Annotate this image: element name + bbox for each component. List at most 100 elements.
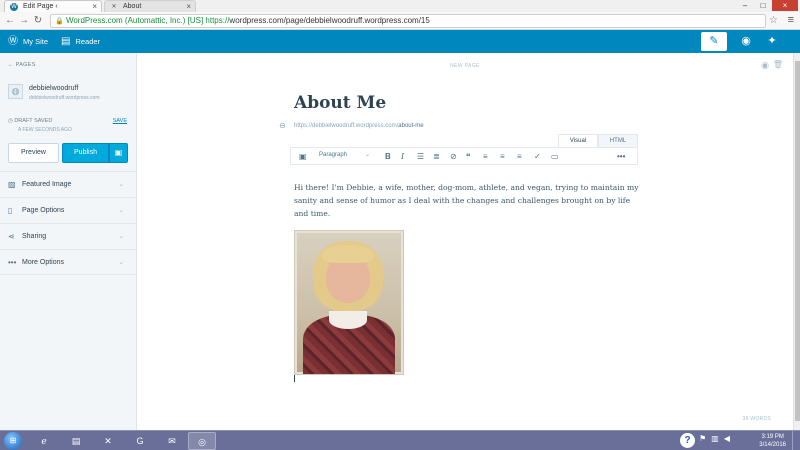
schedule-calendar-button[interactable]: ▣ xyxy=(109,143,128,163)
tab-edit-page[interactable]: W Edit Page ‹ debbielwoodr × xyxy=(4,0,102,22)
permalink[interactable]: https://debbielwoodruff.wordpress.com/ab… xyxy=(294,123,424,129)
editor-sidebar: ← PAGES ◍ debbielwoodruff debbielwoodruf… xyxy=(0,53,137,430)
windows-start-icon[interactable]: ⊞ xyxy=(4,432,22,450)
publish-button[interactable]: Publish xyxy=(62,143,109,163)
chevron-down-icon[interactable]: ⌄ xyxy=(365,151,370,158)
site-globe-icon: ◍ xyxy=(8,84,23,99)
volume-icon[interactable]: ◀ xyxy=(724,434,730,443)
bookmark-star-icon[interactable]: ☆ xyxy=(769,15,778,26)
more-tools-icon[interactable]: ••• xyxy=(617,151,625,162)
url-path: wordpress.com/page/debbielwoodruff.wordp… xyxy=(229,16,430,25)
format-select[interactable]: Paragraph xyxy=(319,152,347,158)
editor-header-label: NEW PAGE xyxy=(450,63,480,69)
show-desktop-button[interactable] xyxy=(792,431,800,450)
section-sharing[interactable]: ⋖ Sharing ⌄ xyxy=(0,223,136,249)
my-site-label: My Site xyxy=(23,37,49,46)
page-icon: ▯ xyxy=(8,206,13,215)
bold-icon[interactable]: B xyxy=(385,151,391,162)
page-body-text[interactable]: Hi there! I'm Debbie, a wife, mother, do… xyxy=(294,181,639,220)
site-name: debbielwoodruff xyxy=(29,85,79,92)
section-label: Page Options xyxy=(22,207,65,214)
tab-html[interactable]: HTML xyxy=(598,134,638,147)
system-tray: ‹ ◐ ⚑ ▥ ◀ xyxy=(682,434,730,443)
reader-label: Reader xyxy=(75,37,101,46)
tab-visual[interactable]: Visual xyxy=(558,134,598,147)
write-post-button[interactable]: ✎ xyxy=(701,32,727,51)
bullet-list-icon[interactable]: ☰ xyxy=(417,151,424,162)
tray-arrow-icon[interactable]: ‹ xyxy=(682,434,685,443)
chrome-icon[interactable]: ◎ xyxy=(188,432,216,450)
address-bar[interactable]: 🔒 WordPress.com (Automattic, Inc.) [US] … xyxy=(50,14,766,28)
save-link[interactable]: SAVE xyxy=(113,118,127,124)
align-left-icon[interactable]: ≡ xyxy=(483,151,488,162)
back-to-pages-link[interactable]: ← PAGES xyxy=(8,62,36,68)
link-icon: ⊖ xyxy=(279,121,286,130)
italic-icon[interactable]: I xyxy=(401,151,404,162)
notifications-icon: ✦ xyxy=(767,35,777,47)
back-label: PAGES xyxy=(15,62,36,68)
minimize-button[interactable]: – xyxy=(736,0,754,11)
reload-icon[interactable]: ↻ xyxy=(32,15,44,27)
trash-icon[interactable]: 🗑 xyxy=(773,60,783,69)
read-more-icon[interactable]: ▭ xyxy=(551,151,559,162)
numbered-list-icon[interactable]: ≣ xyxy=(433,151,440,162)
section-more-options[interactable]: ••• More Options ⌄ xyxy=(0,249,136,275)
section-label: Sharing xyxy=(22,233,47,240)
forward-arrow-icon[interactable]: → xyxy=(18,15,30,27)
profile-button[interactable]: ◉ xyxy=(733,32,759,51)
app-g-icon[interactable]: G xyxy=(126,432,154,450)
word-count: 36 WORDS xyxy=(742,416,771,422)
section-page-options[interactable]: ▯ Page Options ⌄ xyxy=(0,197,136,223)
flag-icon[interactable]: ⚑ xyxy=(699,434,706,443)
tab-about[interactable]: ✕ About × xyxy=(104,0,196,12)
chrome-menu-icon[interactable]: ≡ xyxy=(788,14,794,26)
reader-link[interactable]: ▤ Reader xyxy=(61,30,100,53)
align-right-icon[interactable]: ≡ xyxy=(517,151,522,162)
page-title[interactable]: About Me xyxy=(294,93,386,113)
excel-icon[interactable]: ✕ xyxy=(94,432,122,450)
internet-explorer-icon[interactable]: ℯ xyxy=(30,432,58,450)
formatting-toolbar: ▣ Paragraph ⌄ B I ☰ ≣ ⊘ ❝ ≡ ≡ ≡ ✓ ▭ ••• xyxy=(290,147,638,165)
taskbar-clock[interactable]: 3:19 PM 3/14/2016 xyxy=(759,433,786,449)
back-arrow-icon[interactable]: ← xyxy=(4,15,16,27)
windows-taskbar: ⊞ ℯ ▤ ✕ G ✉ ◎ ? ‹ ◐ ⚑ ▥ ◀ 3:19 PM 3/14/2… xyxy=(0,430,800,450)
ellipsis-icon: ••• xyxy=(8,258,17,267)
site-card[interactable]: ◍ debbielwoodruff debbielwoodruff.wordpr… xyxy=(0,79,136,113)
outlook-icon[interactable]: ✉ xyxy=(158,432,186,450)
my-site-link[interactable]: Ⓦ My Site xyxy=(8,30,48,53)
page-scrollbar[interactable] xyxy=(793,53,800,430)
preview-button[interactable]: Preview xyxy=(8,143,59,163)
chevron-down-icon: ⌄ xyxy=(118,181,124,188)
calendar-icon: ▣ xyxy=(114,148,123,157)
scroll-thumb[interactable] xyxy=(795,61,800,421)
chevron-down-icon: ⌄ xyxy=(118,259,124,266)
url-scheme: https:// xyxy=(205,16,230,25)
close-window-button[interactable]: × xyxy=(772,0,798,11)
blockquote-icon[interactable]: ❝ xyxy=(466,151,471,162)
section-label: Featured Image xyxy=(22,181,72,188)
back-arrow-icon: ← xyxy=(8,62,16,68)
add-media-icon[interactable]: ▣ xyxy=(299,151,307,162)
tab-title: About xyxy=(123,3,142,10)
file-explorer-icon[interactable]: ▤ xyxy=(62,432,90,450)
profile-photo-image[interactable] xyxy=(294,230,404,375)
notifications-button[interactable]: ✦ xyxy=(759,32,785,51)
link-insert-icon[interactable]: ⊘ xyxy=(450,151,457,162)
status-time: A FEW SECONDS AGO xyxy=(18,127,72,133)
avatar-icon: ◉ xyxy=(741,35,751,47)
clock-date: 3/14/2016 xyxy=(759,442,786,448)
page-editor: NEW PAGE ◉ 🗑 About Me ⊖ https://debbielw… xyxy=(137,53,793,430)
tray-app-icon[interactable]: ◐ xyxy=(689,434,694,443)
maximize-button[interactable]: □ xyxy=(754,0,772,11)
section-featured-image[interactable]: ▨ Featured Image ⌄ xyxy=(0,171,136,197)
align-center-icon[interactable]: ≡ xyxy=(500,151,505,162)
image-icon: ▨ xyxy=(8,180,16,189)
spellcheck-icon[interactable]: ✓ xyxy=(534,151,541,162)
share-icon: ⋖ xyxy=(8,232,15,241)
lock-icon: 🔒 xyxy=(55,18,64,25)
eye-icon[interactable]: ◉ xyxy=(761,60,769,71)
browser-tab-strip: W Edit Page ‹ debbielwoodr × ✕ About × –… xyxy=(0,0,800,22)
permalink-base: https://debbielwoodruff.wordpress.com/ xyxy=(294,123,399,129)
pin-favicon-icon: ✕ xyxy=(111,4,117,10)
network-icon[interactable]: ▥ xyxy=(711,434,719,443)
